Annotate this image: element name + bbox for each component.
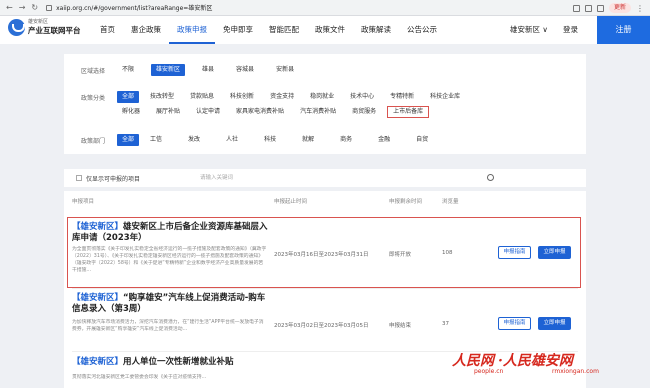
watermark-logo-2: ·人民雄安网	[498, 353, 573, 369]
browser-toolbar: ← → ↻ xaiip.org.cn/#/government/list?are…	[0, 0, 650, 16]
category-filter-row-2: 孵化器 展厅补贴 认定申请 家具家电消费补贴 汽车消费补贴 商贸服务 上市后备库	[64, 106, 435, 118]
row-divider	[72, 288, 578, 289]
more-menu-icon[interactable]: ⋮	[636, 4, 644, 13]
category-filter-label: 政策分类	[81, 94, 106, 102]
category-option[interactable]: 贷款贴息	[185, 91, 219, 103]
category-option[interactable]: 家具家电消费补贴	[231, 106, 289, 118]
header-project: 申报项目	[72, 199, 95, 205]
nav-exempt[interactable]: 免申即享	[215, 16, 261, 44]
back-icon[interactable]: ←	[6, 3, 13, 12]
logo-icon	[8, 19, 25, 36]
nav-match[interactable]: 智能匹配	[261, 16, 307, 44]
category-option[interactable]: 认定申请	[191, 106, 225, 118]
register-button[interactable]: 注册	[597, 16, 650, 44]
area-option[interactable]: 安新县	[271, 64, 299, 76]
region-dropdown[interactable]: 雄安新区 ∨	[510, 16, 548, 44]
site-header: 雄安新区 产业互联网平台 首页 惠企政策 政策申报 免申即享 智能匹配 政策文件…	[0, 16, 650, 44]
nav-files[interactable]: 政策文件	[307, 16, 353, 44]
category-option[interactable]: 科技企业库	[425, 91, 465, 103]
project-period: 2023年03月02日至2023年03月05日	[274, 323, 369, 329]
category-option-selected[interactable]: 全部	[117, 91, 140, 103]
category-option[interactable]: 科技创新	[225, 91, 259, 103]
area-filter-row: 区域选择 不限 雄安新区 雄县 容城县 安新县	[64, 64, 305, 76]
row-highlight-box	[67, 217, 581, 288]
address-bar[interactable]: xaiip.org.cn/#/government/list?areaRange…	[56, 3, 212, 12]
category-option[interactable]: 展厅补贴	[151, 106, 185, 118]
area-option[interactable]: 雄县	[197, 64, 219, 76]
watermark: 人民网 ·人民雄安网 people.cn rmxiongan.com	[452, 350, 599, 375]
watermark-url-2: rmxiongan.com	[552, 368, 599, 375]
dept-filter-label: 政策部门	[81, 137, 106, 145]
extension-icon[interactable]	[584, 4, 592, 12]
dept-option[interactable]: 就解	[297, 134, 319, 146]
area-option-selected[interactable]: 雄安新区	[151, 64, 186, 76]
project-tag: 【雄安新区】	[72, 293, 124, 303]
guide-button[interactable]: 申报指南	[498, 317, 531, 330]
nav-interpret[interactable]: 政策解读	[353, 16, 399, 44]
browser-nav: ← → ↻	[6, 3, 38, 12]
category-option[interactable]: 汽车消费补贴	[295, 106, 341, 118]
nav-notices[interactable]: 公告公示	[399, 16, 445, 44]
site-logo[interactable]: 雄安新区 产业互联网平台	[8, 19, 81, 36]
project-desc: 贯彻落实河北雄安新区党工委管委会印发《关于应对疫情支持…	[72, 375, 207, 380]
header-period: 申报起止时间	[274, 199, 308, 205]
table-header: 申报项目 申报起止时间 申报剩余时间 浏览量	[64, 191, 586, 209]
dept-option-selected[interactable]: 全部	[117, 134, 140, 146]
logo-line2: 产业互联网平台	[28, 26, 81, 35]
category-option[interactable]: 商贸服务	[347, 106, 381, 118]
category-filter-row: 政策分类 全部 技改转型 贷款贴息 科技创新 资金支持 稳岗就业 技术中心 专精…	[64, 91, 471, 103]
dept-option[interactable]: 自贸	[411, 134, 433, 146]
search-input[interactable]: 请输入关键词	[200, 173, 320, 183]
main-nav: 首页 惠企政策 政策申报 免申即享 智能匹配 政策文件 政策解读 公告公示	[92, 16, 445, 44]
dept-option[interactable]: 工信	[145, 134, 167, 146]
category-option[interactable]: 技改转型	[145, 91, 179, 103]
share-icon[interactable]	[572, 4, 580, 12]
project-tag: 【雄安新区】	[72, 357, 124, 367]
category-option-highlighted[interactable]: 上市后备库	[387, 106, 430, 118]
dept-option[interactable]: 发改	[183, 134, 205, 146]
apply-button[interactable]: 立即申报	[538, 317, 571, 330]
project-desc: 为加快释放汽车市场消费活力，深挖汽车消费潜力，在“建行生活”APP平台统一发放电…	[72, 320, 264, 332]
category-option[interactable]: 孵化器	[117, 106, 145, 118]
project-remaining: 申报结束	[389, 323, 412, 329]
area-option[interactable]: 容城县	[231, 64, 259, 76]
forward-icon[interactable]: →	[19, 3, 26, 12]
header-views: 浏览量	[442, 199, 459, 205]
login-link[interactable]: 登录	[563, 16, 578, 44]
watermark-url: people.cn	[474, 368, 504, 375]
only-available-label: 仅显示可申报的项目	[86, 175, 141, 183]
watermark-logo: 人民网	[452, 353, 494, 369]
project-title[interactable]: 【雄安新区】用人单位一次性新增就业补贴	[72, 357, 272, 368]
nav-policy-apply[interactable]: 政策申报	[169, 16, 215, 44]
filter-panel: 区域选择 不限 雄安新区 雄县 容城县 安新县 政策分类 全部 技改转型 贷款贴…	[64, 54, 586, 154]
category-option[interactable]: 资金支持	[265, 91, 299, 103]
area-option[interactable]: 不限	[117, 64, 139, 76]
logo-line1: 雄安新区	[28, 19, 49, 25]
dept-filter-row: 政策部门 全部 工信 发改 人社 科技 就解 商务 金融 自贸	[64, 134, 439, 146]
lock-icon[interactable]	[46, 4, 53, 11]
sidebar-icon[interactable]	[596, 4, 604, 12]
only-available-checkbox[interactable]	[76, 175, 82, 181]
project-title[interactable]: 【雄安新区】“购享雄安”汽车线上促消费活动-购车信息录入（第3周）	[72, 293, 272, 315]
category-option[interactable]: 技术中心	[345, 91, 379, 103]
reload-icon[interactable]: ↻	[31, 3, 38, 12]
nav-policies[interactable]: 惠企政策	[123, 16, 169, 44]
search-icon[interactable]	[487, 174, 494, 181]
dept-option[interactable]: 金融	[373, 134, 395, 146]
project-views: 37	[442, 321, 449, 327]
update-button[interactable]: 更新	[608, 3, 631, 13]
dept-option[interactable]: 科技	[259, 134, 281, 146]
header-remaining: 申报剩余时间	[389, 199, 423, 205]
area-filter-label: 区域选择	[81, 67, 106, 75]
dept-option[interactable]: 人社	[221, 134, 243, 146]
category-option[interactable]: 稳岗就业	[305, 91, 339, 103]
search-bar: 仅显示可申报的项目 请输入关键词	[64, 169, 586, 187]
category-option[interactable]: 专精特新	[385, 91, 419, 103]
dept-option[interactable]: 商务	[335, 134, 357, 146]
nav-home[interactable]: 首页	[92, 16, 123, 44]
